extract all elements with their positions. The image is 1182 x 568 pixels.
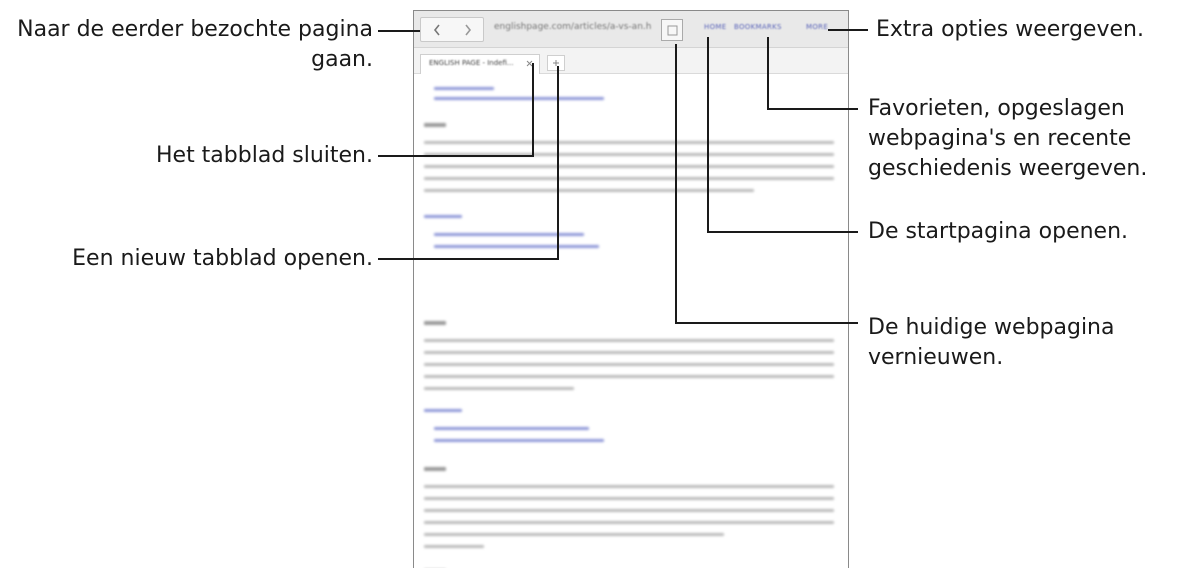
browser-screenshot: englishpage.com/articles/a-vs-an.h HOME … [413, 10, 849, 568]
page-content-blurred [414, 75, 848, 568]
label-more: Extra opties weergeven. [876, 17, 1144, 42]
label-new-tab: Een nieuw tabblad openen. [72, 246, 373, 271]
tab-bar: ENGLISH PAGE - Indefi... [414, 48, 848, 74]
tab-close-button[interactable] [524, 58, 534, 68]
refresh-button[interactable] [661, 19, 683, 41]
chevron-left-icon [433, 24, 440, 35]
refresh-icon [667, 25, 677, 35]
browser-toolbar: englishpage.com/articles/a-vs-an.h HOME … [414, 11, 848, 48]
label-refresh-1: De huidige webpagina [868, 315, 1115, 340]
home-button[interactable]: HOME [704, 23, 726, 31]
address-bar[interactable]: englishpage.com/articles/a-vs-an.h [494, 22, 654, 36]
forward-button[interactable] [452, 18, 483, 41]
label-refresh-2: vernieuwen. [868, 345, 1004, 370]
new-tab-button[interactable] [547, 55, 565, 71]
navigation-buttons [420, 17, 484, 42]
bookmarks-button[interactable]: BOOKMARKS [734, 23, 782, 31]
label-home: De startpagina openen. [868, 219, 1129, 244]
back-button[interactable] [421, 18, 452, 41]
browser-tab[interactable]: ENGLISH PAGE - Indefi... [420, 54, 540, 74]
label-back: Naar de eerder bezochte pagina [17, 17, 373, 42]
close-icon [526, 60, 532, 66]
label-bookmarks-3: geschiedenis weergeven. [868, 156, 1148, 181]
label-bookmarks-2: webpagina's en recente [868, 126, 1132, 151]
more-button[interactable]: MORE [806, 23, 828, 31]
chevron-right-icon [464, 24, 471, 35]
plus-icon [553, 60, 559, 66]
label-close-tab: Het tabblad sluiten. [155, 143, 373, 168]
label-back-2: gaan. [311, 47, 373, 72]
tab-title: ENGLISH PAGE - Indefi... [429, 59, 514, 67]
label-bookmarks-1: Favorieten, opgeslagen [868, 96, 1125, 121]
